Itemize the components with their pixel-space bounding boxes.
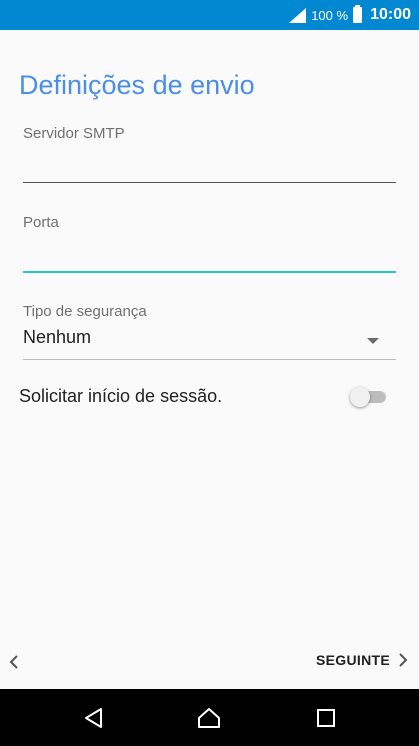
require-login-toggle[interactable] (350, 387, 387, 407)
toggle-thumb (350, 387, 370, 407)
battery-icon (353, 5, 363, 23)
smtp-server-underline (23, 182, 396, 183)
smtp-server-input[interactable] (23, 155, 396, 179)
next-button[interactable]: SEGUINTE (316, 651, 410, 669)
port-underline (23, 271, 396, 273)
security-type-underline (23, 359, 396, 360)
require-login-label: Solicitar início de sessão. (19, 386, 223, 406)
back-triangle-icon[interactable] (82, 706, 106, 730)
port-label: Porta (23, 214, 59, 231)
home-icon[interactable] (197, 706, 221, 730)
require-login-row: Solicitar início de sessão. (19, 382, 395, 412)
signal-icon (289, 7, 307, 23)
clock: 10:00 (370, 6, 411, 23)
dropdown-arrow-icon (367, 338, 379, 344)
smtp-server-field[interactable]: Servidor SMTP (23, 125, 396, 185)
battery-percent: 100 % (311, 7, 349, 23)
security-type-dropdown[interactable]: Tipo de segurança Nenhum (23, 303, 396, 361)
next-button-label: SEGUINTE (316, 652, 390, 668)
port-field[interactable]: Porta (23, 214, 396, 274)
status-bar: 100 % 10:00 (0, 0, 419, 30)
status-icons: 100 % 10:00 (289, 0, 411, 30)
chevron-right-icon (399, 653, 408, 667)
navigation-bar (0, 689, 419, 746)
smtp-server-label: Servidor SMTP (23, 125, 125, 142)
page-title: Definições de envio (19, 70, 255, 100)
port-input[interactable] (23, 244, 396, 268)
security-type-value: Nenhum (23, 327, 92, 347)
security-type-label: Tipo de segurança (23, 303, 147, 320)
chevron-left-icon[interactable] (6, 653, 22, 671)
recents-icon[interactable] (314, 706, 338, 730)
